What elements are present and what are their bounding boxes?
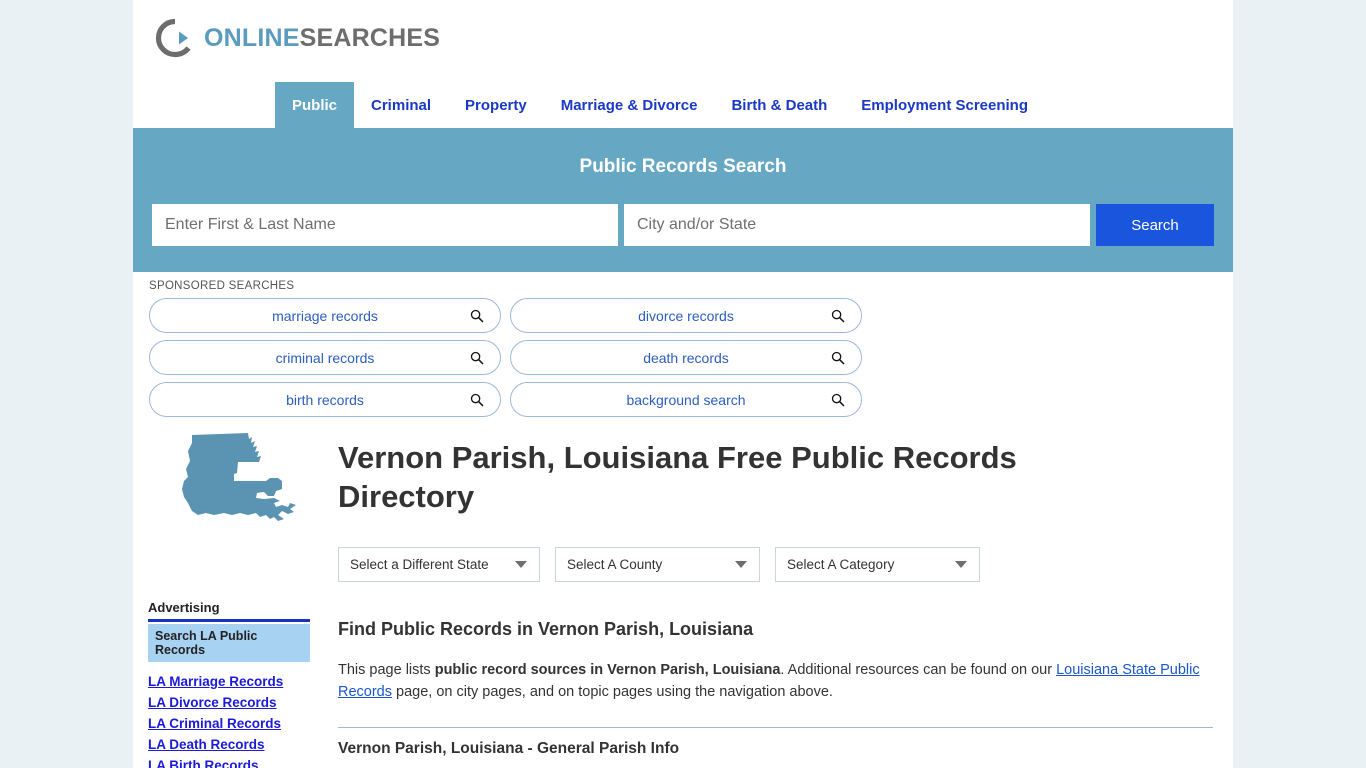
magnifier-icon [831,393,845,407]
page-root: ONLINESEARCHES Public Criminal Property … [0,0,1366,768]
tab-marriage-divorce[interactable]: Marriage & Divorce [544,82,715,128]
search-city-input[interactable] [624,204,1090,246]
sponsored-searches-section: SPONSORED SEARCHES marriage records divo… [133,272,1233,417]
magnifier-icon [470,309,484,323]
circle-arrow-icon [155,18,195,58]
site-header: ONLINESEARCHES [133,0,1233,82]
section-divider [338,727,1213,729]
logo-wordmark: ONLINESEARCHES [204,23,441,52]
tab-public[interactable]: Public [275,82,355,128]
paragraph-part-2: . Additional resources can be found on o… [780,661,1057,678]
advertising-sidebar: Advertising Search LA Public Records LA … [148,600,310,768]
search-submit-button[interactable]: Search [1096,204,1214,246]
general-parish-info-heading: Vernon Parish, Louisiana - General Paris… [338,740,680,758]
magnifier-icon [831,351,845,365]
select-county-label: Select A County [567,556,663,572]
site-logo[interactable]: ONLINESEARCHES [155,18,1233,58]
logo-online-text: ONLINE [204,23,300,52]
sponsored-pill-label: birth records [286,391,364,408]
sponsored-pill-label: death records [643,349,729,366]
tab-property[interactable]: Property [448,82,544,128]
ad-link-la-divorce-records[interactable]: LA Divorce Records [148,695,310,710]
magnifier-icon [470,393,484,407]
advertising-heading: Advertising [148,600,310,622]
chevron-down-icon [515,560,527,568]
search-la-public-records-heading: Search LA Public Records [148,624,310,662]
search-form: Search [152,204,1214,246]
ad-link-la-criminal-records[interactable]: LA Criminal Records [148,716,310,731]
sponsored-pill-grid: marriage records divorce records crimina… [149,298,1217,417]
paragraph-part-1: This page lists [338,661,435,678]
sponsored-pill-label: divorce records [638,307,734,324]
select-state-label: Select a Different State [350,556,489,572]
tab-criminal[interactable]: Criminal [354,82,448,128]
paragraph-bold: public record sources in Vernon Parish, … [434,661,781,678]
public-records-search-banner: Public Records Search Search [133,128,1233,272]
advertising-links: LA Marriage Records LA Divorce Records L… [148,674,310,768]
sponsored-pill-criminal-records[interactable]: criminal records [149,340,501,375]
sponsored-pill-label: marriage records [272,307,378,324]
magnifier-icon [470,351,484,365]
sponsored-pill-marriage-records[interactable]: marriage records [149,298,501,333]
paragraph-part-3: page, on city pages, and on topic pages … [392,683,833,700]
main-navigation: Public Criminal Property Marriage & Divo… [133,82,1233,128]
logo-searches-text: SEARCHES [299,23,441,52]
ad-link-la-death-records[interactable]: LA Death Records [148,737,310,752]
chevron-down-icon [955,560,967,568]
ad-link-la-marriage-records[interactable]: LA Marriage Records [148,674,310,689]
louisiana-state-map-icon [178,429,308,541]
sponsored-searches-label: SPONSORED SEARCHES [149,280,295,292]
sponsored-pill-label: criminal records [275,349,375,366]
page-title: Vernon Parish, Louisiana Free Public Rec… [338,440,1017,514]
intro-paragraph: This page lists public record sources in… [338,659,1203,704]
main-column: Vernon Parish, Louisiana Free Public Rec… [338,439,1233,758]
sponsored-pill-background-search[interactable]: background search [510,382,862,417]
section-heading: Find Public Records in Vernon Parish, Lo… [338,618,754,639]
tab-birth-death[interactable]: Birth & Death [714,82,844,128]
search-banner-title: Public Records Search [579,156,787,177]
select-state-dropdown[interactable]: Select a Different State [338,546,540,582]
content-column: ONLINESEARCHES Public Criminal Property … [133,0,1233,768]
sponsored-pill-birth-records[interactable]: birth records [149,382,501,417]
sponsored-pill-label: background search [626,391,746,408]
magnifier-icon [831,309,845,323]
ad-link-la-birth-records[interactable]: LA Birth Records [148,758,310,768]
select-county-dropdown[interactable]: Select A County [555,546,760,582]
tab-employment-screening[interactable]: Employment Screening [844,82,1045,128]
filter-selectors: Select a Different State Select A County… [338,546,1213,582]
select-category-dropdown[interactable]: Select A Category [775,546,980,582]
sponsored-pill-divorce-records[interactable]: divorce records [510,298,862,333]
sponsored-pill-death-records[interactable]: death records [510,340,862,375]
select-category-label: Select A Category [787,556,895,572]
chevron-down-icon [735,560,747,568]
search-name-input[interactable] [152,204,618,246]
